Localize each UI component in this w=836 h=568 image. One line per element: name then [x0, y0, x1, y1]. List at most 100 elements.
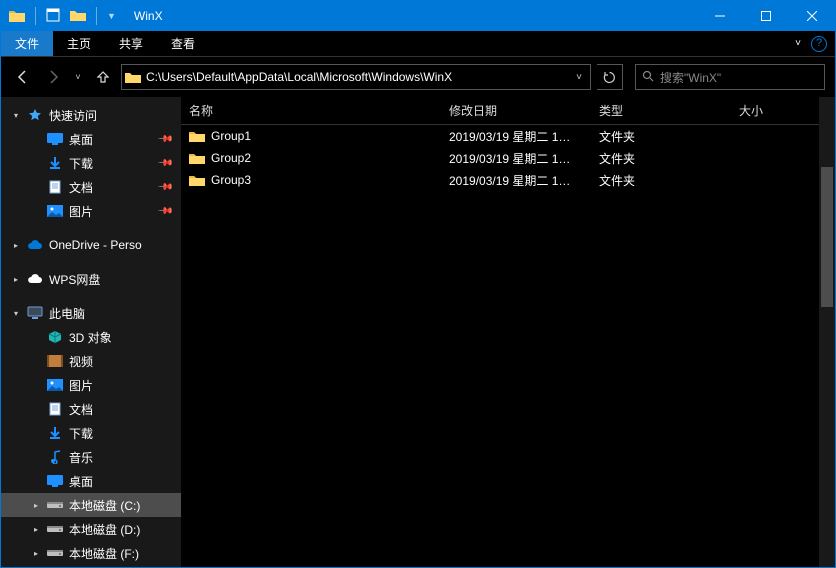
- quick-access-toolbar: ▼: [1, 7, 124, 25]
- file-type: 文件夹: [591, 172, 731, 189]
- expand-icon[interactable]: ▸: [11, 275, 21, 284]
- sidebar-item-label: 3D 对象: [69, 329, 112, 346]
- address-input[interactable]: [144, 65, 568, 89]
- expand-icon[interactable]: ▸: [31, 525, 41, 534]
- sidebar-item-label: 图片: [69, 203, 93, 220]
- pin-icon: 📌: [156, 131, 173, 148]
- file-name: Group1: [211, 129, 251, 143]
- navigation-bar: ˅ ˅ 搜索"WinX": [1, 57, 835, 97]
- file-date: 2019/03/19 星期二 1…: [441, 150, 591, 167]
- new-folder-icon[interactable]: [70, 8, 86, 25]
- search-placeholder: 搜索"WinX": [660, 69, 721, 86]
- address-bar[interactable]: ˅: [121, 64, 591, 90]
- scrollbar[interactable]: [819, 97, 835, 567]
- sidebar-quick-access[interactable]: ▾ 快速访问: [1, 103, 181, 127]
- tab-home[interactable]: 主页: [53, 31, 105, 56]
- titlebar: ▼ WinX: [1, 1, 835, 31]
- column-type[interactable]: 类型: [591, 97, 731, 124]
- cube-icon: [47, 329, 63, 345]
- scrollbar-thumb[interactable]: [821, 167, 833, 307]
- ribbon-collapse-icon[interactable]: ˅: [795, 38, 801, 49]
- sidebar-item-label: 本地磁盘 (F:): [69, 545, 139, 562]
- close-button[interactable]: [789, 1, 835, 31]
- sidebar-item-drive[interactable]: ▸本地磁盘 (D:): [1, 517, 181, 541]
- search-icon: [642, 70, 654, 85]
- sidebar-wps[interactable]: ▸ WPS网盘: [1, 267, 181, 291]
- help-icon[interactable]: ?: [811, 36, 827, 52]
- tab-share[interactable]: 共享: [105, 31, 157, 56]
- doc-icon: [47, 401, 63, 417]
- cloud-icon: [27, 237, 43, 253]
- star-icon: [27, 107, 43, 123]
- sidebar-item-quick[interactable]: ▸下载📌: [1, 151, 181, 175]
- sidebar-item-label: 快速访问: [49, 107, 97, 124]
- sidebar-item-quick[interactable]: ▸文档📌: [1, 175, 181, 199]
- sidebar-item-label: 下载: [69, 425, 93, 442]
- sidebar-item-label: 文档: [69, 179, 93, 196]
- desktop-icon: [47, 473, 63, 489]
- search-box[interactable]: 搜索"WinX": [635, 64, 825, 90]
- qat-dropdown-icon[interactable]: ▼: [107, 11, 116, 21]
- sidebar-item-pc[interactable]: ▸视频: [1, 349, 181, 373]
- pin-icon: 📌: [156, 155, 173, 172]
- sidebar-item-label: 音乐: [69, 449, 93, 466]
- expand-icon[interactable]: ▸: [11, 241, 21, 250]
- sidebar-item-label: 此电脑: [49, 305, 85, 322]
- sidebar-item-label: 桌面: [69, 473, 93, 490]
- sidebar-item-drive[interactable]: ▸ 本地磁盘 (F:): [1, 541, 181, 565]
- body: ▾ 快速访问 ▸桌面📌▸下载📌▸文档📌▸图片📌 ▸ OneDrive - Per…: [1, 97, 835, 567]
- folder-icon: [189, 151, 205, 165]
- expand-icon[interactable]: ▸: [31, 501, 41, 510]
- sidebar-this-pc[interactable]: ▾ 此电脑: [1, 301, 181, 325]
- table-row[interactable]: Group32019/03/19 星期二 1…文件夹: [181, 169, 835, 191]
- sidebar-item-label: OneDrive - Perso: [49, 238, 142, 252]
- table-row[interactable]: Group22019/03/19 星期二 1…文件夹: [181, 147, 835, 169]
- folder-icon: [9, 9, 25, 23]
- folder-icon: [189, 173, 205, 187]
- sidebar-item-pc[interactable]: ▸文档: [1, 397, 181, 421]
- sidebar-item-pc[interactable]: ▸音乐: [1, 445, 181, 469]
- expand-icon[interactable]: ▸: [31, 549, 41, 558]
- up-button[interactable]: [91, 65, 115, 89]
- file-tab[interactable]: 文件: [1, 31, 53, 56]
- sidebar-item-quick[interactable]: ▸桌面📌: [1, 127, 181, 151]
- collapse-icon[interactable]: ▾: [11, 111, 21, 120]
- drive-icon: [47, 545, 63, 561]
- sidebar-item-quick[interactable]: ▸图片📌: [1, 199, 181, 223]
- minimize-button[interactable]: [697, 1, 743, 31]
- sidebar-item-pc[interactable]: ▸图片: [1, 373, 181, 397]
- sidebar-item-pc[interactable]: ▸桌面: [1, 469, 181, 493]
- pc-icon: [27, 305, 43, 321]
- sidebar-item-pc[interactable]: ▸3D 对象: [1, 325, 181, 349]
- sidebar-item-label: WPS网盘: [49, 271, 100, 288]
- sidebar-item-label: 下载: [69, 155, 93, 172]
- column-headers: 名称 修改日期 类型 大小: [181, 97, 835, 125]
- tab-view[interactable]: 查看: [157, 31, 209, 56]
- refresh-button[interactable]: [597, 64, 623, 90]
- file-type: 文件夹: [591, 128, 731, 145]
- history-dropdown-icon[interactable]: ˅: [71, 72, 85, 82]
- sidebar-item-pc[interactable]: ▸下载: [1, 421, 181, 445]
- properties-icon[interactable]: [46, 8, 60, 25]
- explorer-window: ▼ WinX 文件 主页 共享 查看 ˅ ? ˅: [0, 0, 836, 568]
- column-name[interactable]: 名称: [181, 97, 441, 124]
- picture-icon: [47, 203, 63, 219]
- sidebar-onedrive[interactable]: ▸ OneDrive - Perso: [1, 233, 181, 257]
- sidebar-item-label: 文档: [69, 401, 93, 418]
- back-button[interactable]: [11, 65, 35, 89]
- window-title: WinX: [124, 9, 163, 23]
- table-row[interactable]: Group12019/03/19 星期二 1…文件夹: [181, 125, 835, 147]
- column-date[interactable]: 修改日期: [441, 97, 591, 124]
- maximize-button[interactable]: [743, 1, 789, 31]
- sidebar-item-drive[interactable]: ▸ 本地磁盘 (C:): [1, 493, 181, 517]
- picture-icon: [47, 377, 63, 393]
- sidebar-item-label: 本地磁盘 (C:): [69, 497, 140, 514]
- file-list: 名称 修改日期 类型 大小 Group12019/03/19 星期二 1…文件夹…: [181, 97, 835, 567]
- desktop-icon: [47, 131, 63, 147]
- folder-icon: [122, 70, 144, 84]
- collapse-icon[interactable]: ▾: [11, 309, 21, 318]
- pin-icon: 📌: [156, 179, 173, 196]
- file-type: 文件夹: [591, 150, 731, 167]
- address-dropdown-icon[interactable]: ˅: [568, 65, 590, 89]
- forward-button[interactable]: [41, 65, 65, 89]
